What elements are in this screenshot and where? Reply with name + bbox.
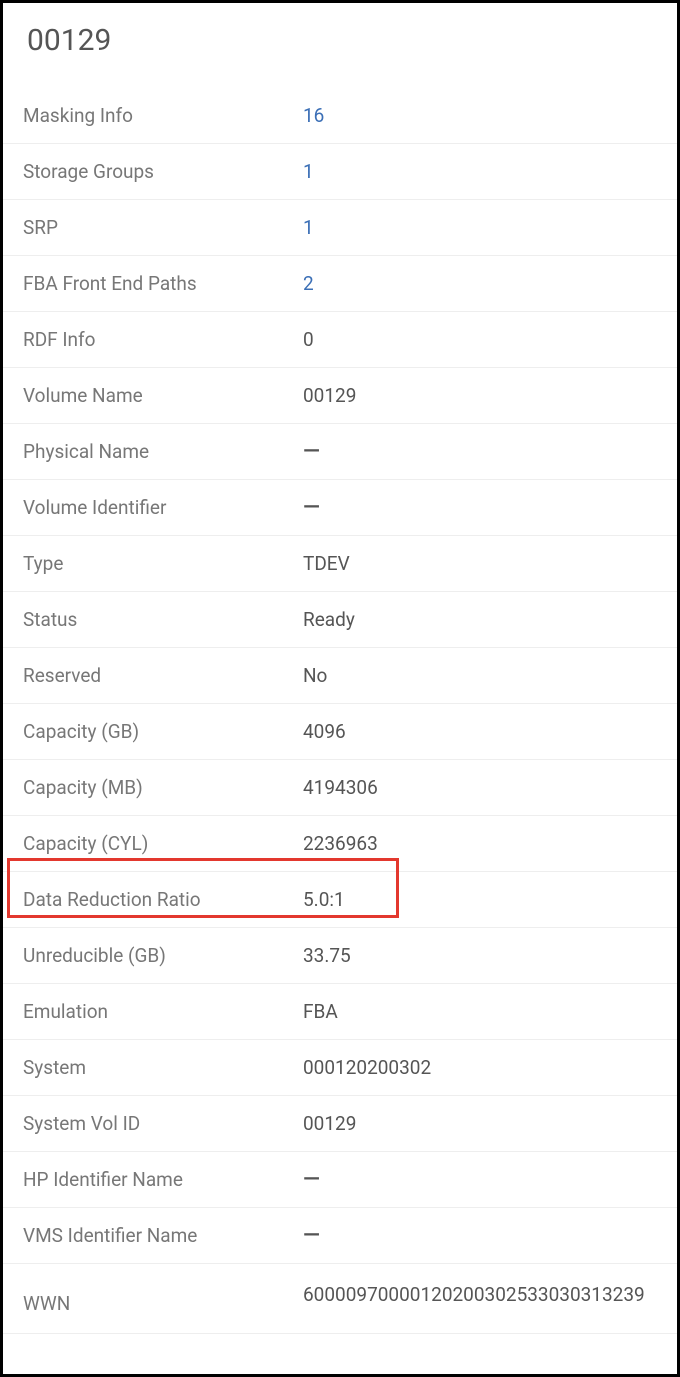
value-system: 000120200302	[303, 1056, 653, 1079]
label-reserved: Reserved	[23, 664, 303, 687]
row-emulation: Emulation FBA	[3, 984, 677, 1040]
value-fba-front-end-paths[interactable]: 2	[303, 272, 653, 295]
value-wwn: 60000970000120200302533030313239	[303, 1282, 653, 1309]
row-data-reduction-ratio: Data Reduction Ratio 5.0:1	[3, 872, 677, 928]
value-system-vol-id: 00129	[303, 1112, 653, 1135]
row-masking-info: Masking Info 16	[3, 88, 677, 144]
label-capacity-mb: Capacity (MB)	[23, 776, 303, 799]
value-capacity-gb: 4096	[303, 720, 653, 743]
label-system-vol-id: System Vol ID	[23, 1112, 303, 1135]
row-system-vol-id: System Vol ID 00129	[3, 1096, 677, 1152]
panel-header: 00129	[3, 23, 677, 88]
value-data-reduction-ratio: 5.0:1	[303, 888, 653, 911]
row-capacity-gb: Capacity (GB) 4096	[3, 704, 677, 760]
label-status: Status	[23, 608, 303, 631]
dash-icon: —	[303, 1167, 320, 1192]
row-hp-identifier-name: HP Identifier Name —	[3, 1152, 677, 1208]
label-type: Type	[23, 552, 303, 575]
row-capacity-mb: Capacity (MB) 4194306	[3, 760, 677, 816]
row-system: System 000120200302	[3, 1040, 677, 1096]
panel-title: 00129	[27, 23, 653, 58]
label-vms-identifier-name: VMS Identifier Name	[23, 1224, 303, 1247]
value-masking-info[interactable]: 16	[303, 104, 653, 127]
value-vms-identifier-name: —	[303, 1224, 653, 1247]
row-storage-groups: Storage Groups 1	[3, 144, 677, 200]
label-rdf-info: RDF Info	[23, 328, 303, 351]
label-physical-name: Physical Name	[23, 440, 303, 463]
dash-icon: —	[303, 439, 320, 464]
label-fba-front-end-paths: FBA Front End Paths	[23, 272, 303, 295]
value-reserved: No	[303, 664, 653, 687]
row-volume-name: Volume Name 00129	[3, 368, 677, 424]
label-system: System	[23, 1056, 303, 1079]
value-unreducible-gb: 33.75	[303, 944, 653, 967]
value-storage-groups[interactable]: 1	[303, 160, 653, 183]
label-data-reduction-ratio: Data Reduction Ratio	[23, 888, 303, 911]
dash-icon: —	[303, 495, 320, 520]
value-capacity-cyl: 2236963	[303, 832, 653, 855]
value-type: TDEV	[303, 552, 653, 575]
row-capacity-cyl: Capacity (CYL) 2236963	[3, 816, 677, 872]
value-volume-name: 00129	[303, 384, 653, 407]
label-masking-info: Masking Info	[23, 104, 303, 127]
row-vms-identifier-name: VMS Identifier Name —	[3, 1208, 677, 1264]
row-type: Type TDEV	[3, 536, 677, 592]
label-emulation: Emulation	[23, 1000, 303, 1023]
row-unreducible-gb: Unreducible (GB) 33.75	[3, 928, 677, 984]
label-storage-groups: Storage Groups	[23, 160, 303, 183]
label-capacity-gb: Capacity (GB)	[23, 720, 303, 743]
value-emulation: FBA	[303, 1000, 653, 1023]
details-panel: 00129 Masking Info 16 Storage Groups 1 S…	[0, 0, 680, 1377]
row-physical-name: Physical Name —	[3, 424, 677, 480]
label-capacity-cyl: Capacity (CYL)	[23, 832, 303, 855]
row-reserved: Reserved No	[3, 648, 677, 704]
dash-icon: —	[303, 1223, 320, 1248]
row-fba-front-end-paths: FBA Front End Paths 2	[3, 256, 677, 312]
row-status: Status Ready	[3, 592, 677, 648]
label-unreducible-gb: Unreducible (GB)	[23, 944, 303, 967]
label-volume-name: Volume Name	[23, 384, 303, 407]
row-volume-identifier: Volume Identifier —	[3, 480, 677, 536]
value-physical-name: —	[303, 440, 653, 463]
value-hp-identifier-name: —	[303, 1168, 653, 1191]
value-volume-identifier: —	[303, 496, 653, 519]
label-hp-identifier-name: HP Identifier Name	[23, 1168, 303, 1191]
label-srp: SRP	[23, 216, 303, 239]
label-wwn: WWN	[23, 1282, 303, 1315]
label-volume-identifier: Volume Identifier	[23, 496, 303, 519]
row-rdf-info: RDF Info 0	[3, 312, 677, 368]
value-srp[interactable]: 1	[303, 216, 653, 239]
value-status: Ready	[303, 608, 653, 631]
row-wwn: WWN 60000970000120200302533030313239	[3, 1264, 677, 1334]
value-capacity-mb: 4194306	[303, 776, 653, 799]
value-rdf-info: 0	[303, 328, 653, 351]
row-srp: SRP 1	[3, 200, 677, 256]
